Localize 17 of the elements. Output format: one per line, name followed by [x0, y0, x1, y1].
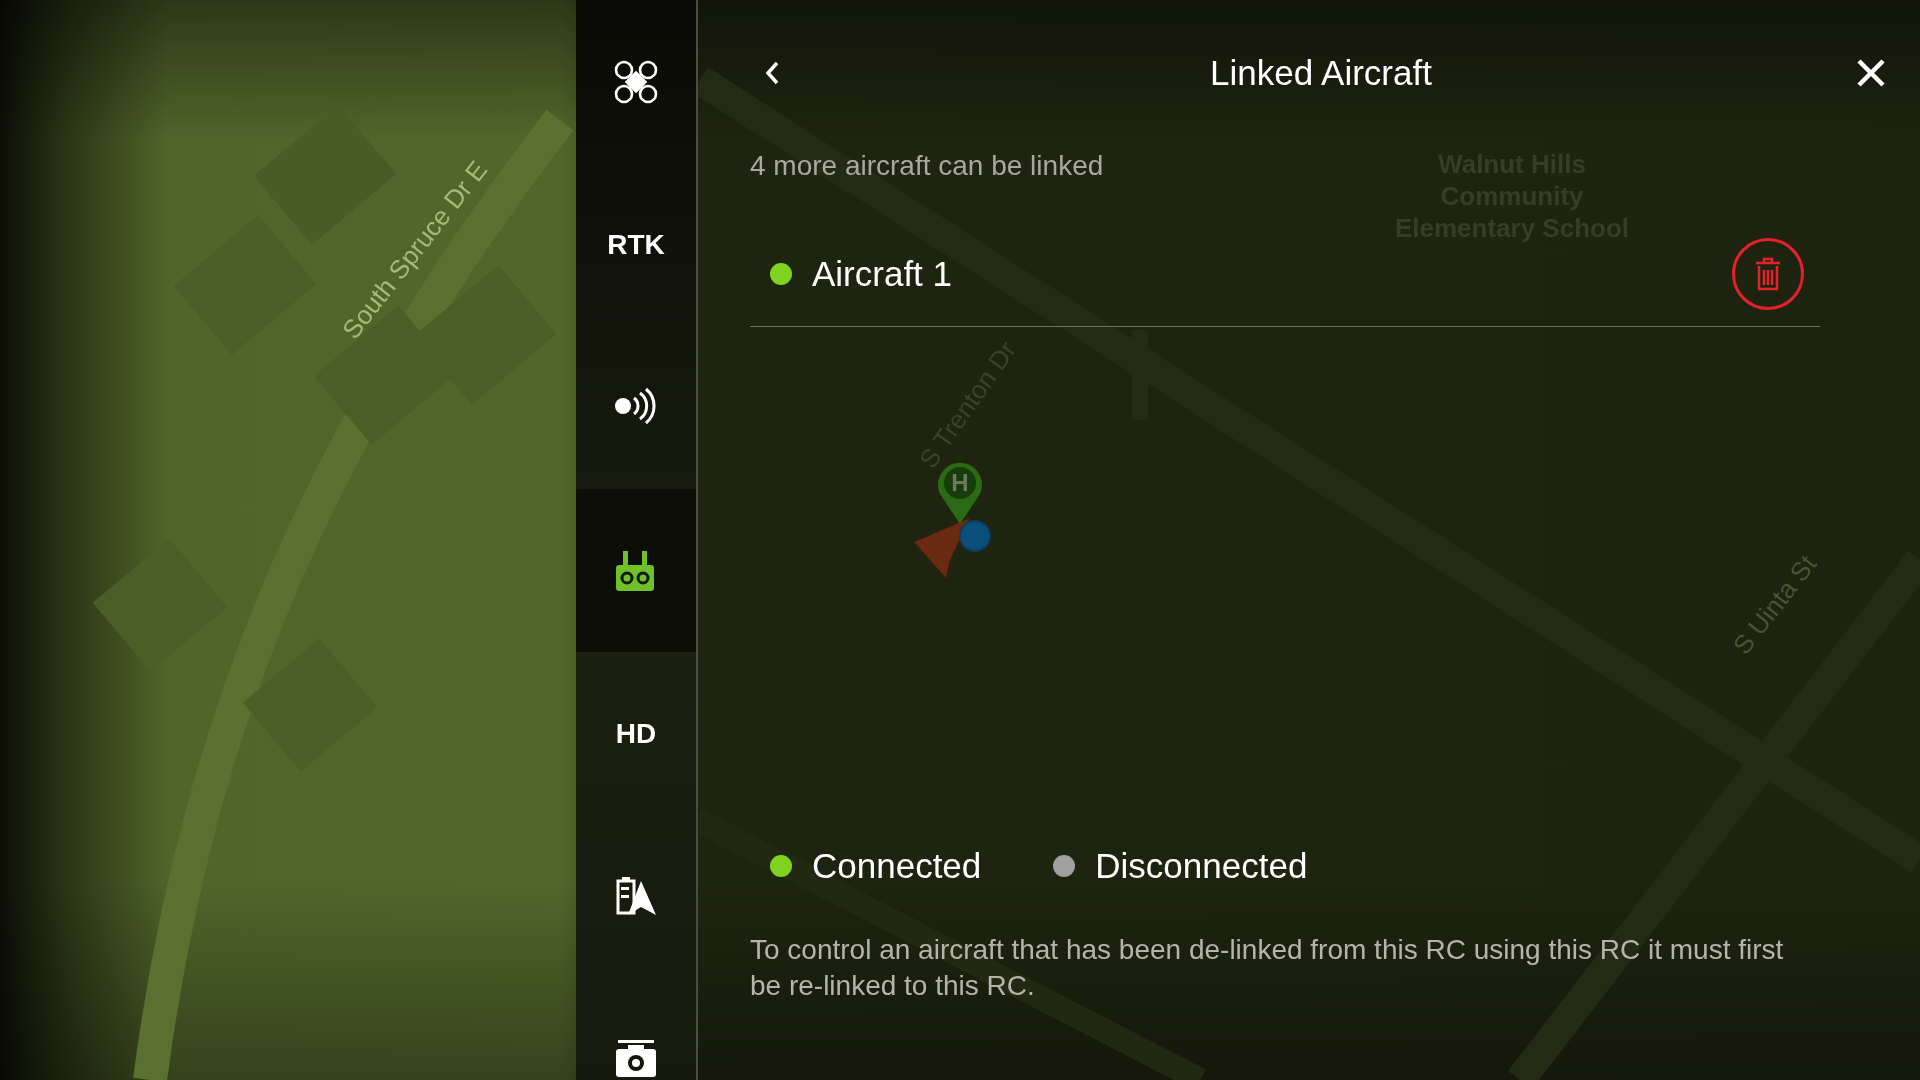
linked-count-text: 4 more aircraft can be linked	[750, 149, 1104, 183]
back-chevron-icon	[764, 60, 780, 86]
delete-button[interactable]	[1732, 237, 1804, 310]
drone-icon	[614, 59, 658, 104]
sidebar-tab[interactable]: RTK	[576, 163, 696, 326]
legend-label: Disconnected	[1095, 846, 1308, 886]
sidebar-tab[interactable]: HD	[576, 652, 696, 815]
camera-icon	[614, 1040, 658, 1080]
aircraft-name: Aircraft 1	[812, 253, 954, 294]
close-icon	[1856, 58, 1886, 88]
trash-icon	[1754, 256, 1782, 291]
note-text: To control an aircraft that has been de-linked from this RC using this RC it must first be re-linked to this RC.	[750, 933, 1785, 1003]
sidebar-tab[interactable]	[576, 489, 696, 652]
location-dot-icon	[959, 520, 991, 552]
home-marker-label: H	[950, 468, 970, 498]
panel-title: Linked Aircraft	[1210, 53, 1432, 93]
legend-label: Connected	[812, 846, 982, 886]
